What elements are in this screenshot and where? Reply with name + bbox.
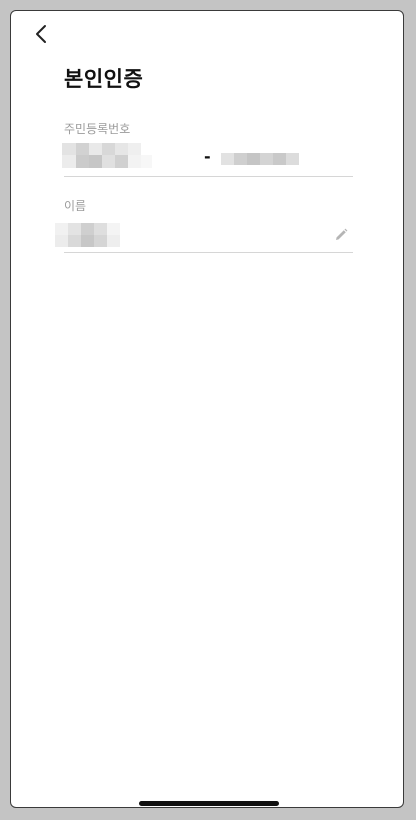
pencil-icon[interactable] [333, 227, 349, 243]
phone-screen: 본인인증 주민등록번호 - 이름 [10, 10, 404, 808]
ssn-field-underline [64, 176, 353, 177]
back-button[interactable] [31, 23, 53, 45]
name-input[interactable] [55, 223, 125, 247]
ssn-separator: - [204, 147, 211, 166]
ssn-field-label: 주민등록번호 [64, 122, 131, 136]
name-field-underline [64, 252, 353, 253]
name-field-label: 이름 [64, 199, 87, 213]
page-title: 본인인증 [64, 67, 144, 91]
chevron-left-icon [36, 25, 46, 43]
home-indicator[interactable] [139, 801, 279, 806]
ssn-front-input[interactable] [62, 143, 152, 171]
ssn-back-input[interactable] [221, 153, 301, 167]
